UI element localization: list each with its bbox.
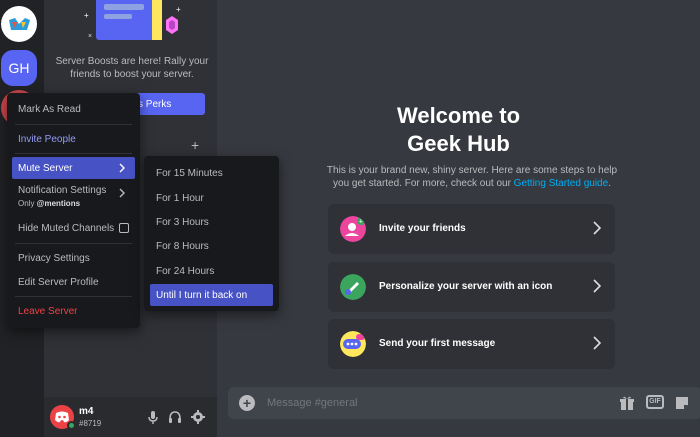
- menu-item-mute-server[interactable]: Mute Server: [12, 157, 135, 179]
- server-initials: GH: [8, 60, 30, 76]
- notification-value-prefix: Only: [18, 199, 37, 208]
- mute-option-15-minutes[interactable]: For 15 Minutes: [150, 162, 273, 184]
- welcome-line-1: Welcome to: [396, 103, 521, 128]
- sticker-icon[interactable]: [674, 395, 690, 411]
- paintbrush-icon: [340, 274, 366, 300]
- perks-button-label: s Perks: [138, 98, 172, 110]
- mute-option-label: For 8 Hours: [156, 240, 209, 252]
- mute-option-label: For 24 Hours: [156, 265, 215, 277]
- personalize-icon-card[interactable]: Personalize your server with an icon: [328, 262, 615, 312]
- gif-button[interactable]: GIF: [646, 395, 664, 409]
- menu-divider: [15, 243, 132, 244]
- welcome-heading: Welcome to Geek Hub: [217, 102, 700, 158]
- menu-item-label: Notification Settings: [18, 184, 107, 196]
- headphones-icon[interactable]: [167, 409, 183, 425]
- server-boost-illustration: + + ×: [84, 0, 181, 40]
- chevron-right-icon: [119, 163, 125, 173]
- mute-option-24-hours[interactable]: For 24 Hours: [150, 260, 273, 282]
- mute-option-until-turned-back-on[interactable]: Until I turn it back on: [150, 284, 273, 306]
- online-status-badge: [67, 421, 76, 430]
- notification-value-mentions: @mentions: [36, 199, 81, 208]
- microphone-icon[interactable]: [145, 409, 161, 425]
- menu-item-privacy-settings[interactable]: Privacy Settings: [12, 248, 135, 268]
- username: m4: [79, 406, 94, 417]
- menu-item-label: Privacy Settings: [18, 252, 90, 264]
- menu-divider: [15, 296, 132, 297]
- chevron-right-icon: [593, 279, 601, 293]
- svg-text:+: +: [359, 219, 363, 226]
- card-label: Send your first message: [379, 338, 496, 349]
- menu-divider: [15, 124, 132, 125]
- mute-duration-submenu: For 15 Minutes For 1 Hour For 3 Hours Fo…: [144, 156, 279, 311]
- chevron-right-icon: [593, 336, 601, 350]
- notification-setting-value: Only @mentions: [18, 199, 80, 208]
- mute-option-8-hours[interactable]: For 8 Hours: [150, 235, 273, 257]
- server-logo-icon: [7, 18, 31, 31]
- menu-item-label: Mute Server: [18, 162, 73, 174]
- menu-item-mark-as-read[interactable]: Mark As Read: [12, 99, 135, 119]
- mute-option-3-hours[interactable]: For 3 Hours: [150, 211, 273, 233]
- chat-bubble-icon: [340, 331, 366, 357]
- server-icon-geek-hub[interactable]: GH: [1, 50, 37, 86]
- welcome-description-end: .: [608, 178, 611, 189]
- invite-friends-icon: +: [340, 216, 366, 242]
- card-label: Personalize your server with an icon: [379, 281, 553, 292]
- menu-item-notification-settings[interactable]: Notification Settings: [12, 183, 135, 198]
- menu-item-hide-muted-channels[interactable]: Hide Muted Channels: [12, 217, 135, 239]
- hide-muted-checkbox[interactable]: [119, 223, 129, 233]
- svg-text:×: ×: [88, 33, 92, 40]
- add-channel-plus-icon[interactable]: +: [191, 138, 203, 152]
- menu-item-label: Invite People: [18, 133, 76, 145]
- mute-option-label: For 1 Hour: [156, 192, 204, 204]
- boost-promo-text: Server Boosts are here! Rally your frien…: [55, 56, 209, 80]
- chevron-right-icon: [593, 221, 601, 235]
- user-panel: m4 #8719: [44, 397, 217, 437]
- menu-item-label: Edit Server Profile: [18, 276, 99, 288]
- card-label: Invite your friends: [379, 223, 466, 234]
- svg-text:+: +: [176, 5, 181, 14]
- getting-started-link[interactable]: Getting Started guide: [514, 178, 609, 189]
- user-tag: #8719: [79, 419, 102, 428]
- svg-text:+: +: [84, 11, 89, 20]
- menu-item-leave-server[interactable]: Leave Server: [12, 301, 135, 321]
- welcome-description: This is your brand new, shiny server. He…: [322, 164, 622, 190]
- server-icon-1[interactable]: [1, 6, 37, 42]
- chevron-right-icon: [119, 188, 125, 198]
- gift-icon[interactable]: [619, 395, 635, 411]
- menu-item-invite-people[interactable]: Invite People: [12, 129, 135, 149]
- menu-divider: [15, 153, 132, 154]
- message-composer: + GIF: [228, 387, 700, 419]
- invite-friends-card[interactable]: + Invite your friends: [328, 204, 615, 254]
- menu-item-label: Mark As Read: [18, 103, 81, 115]
- message-input[interactable]: [267, 396, 567, 410]
- menu-item-label: Leave Server: [18, 305, 78, 317]
- mute-option-label: For 3 Hours: [156, 216, 209, 228]
- mute-option-label: For 15 Minutes: [156, 167, 223, 179]
- welcome-line-2: Geek Hub: [407, 131, 510, 156]
- server-context-menu: Mark As Read Invite People Mute Server N…: [7, 93, 140, 328]
- menu-item-edit-server-profile[interactable]: Edit Server Profile: [12, 272, 135, 292]
- settings-gear-icon[interactable]: [190, 409, 206, 425]
- add-attachment-plus-icon[interactable]: +: [239, 395, 255, 411]
- mute-option-1-hour[interactable]: For 1 Hour: [150, 187, 273, 209]
- mute-option-label: Until I turn it back on: [156, 289, 248, 301]
- main-content: Welcome to Geek Hub This is your brand n…: [217, 0, 700, 437]
- send-first-message-card[interactable]: Send your first message: [328, 319, 615, 369]
- gif-label: GIF: [649, 398, 661, 405]
- menu-item-label: Hide Muted Channels: [18, 222, 115, 234]
